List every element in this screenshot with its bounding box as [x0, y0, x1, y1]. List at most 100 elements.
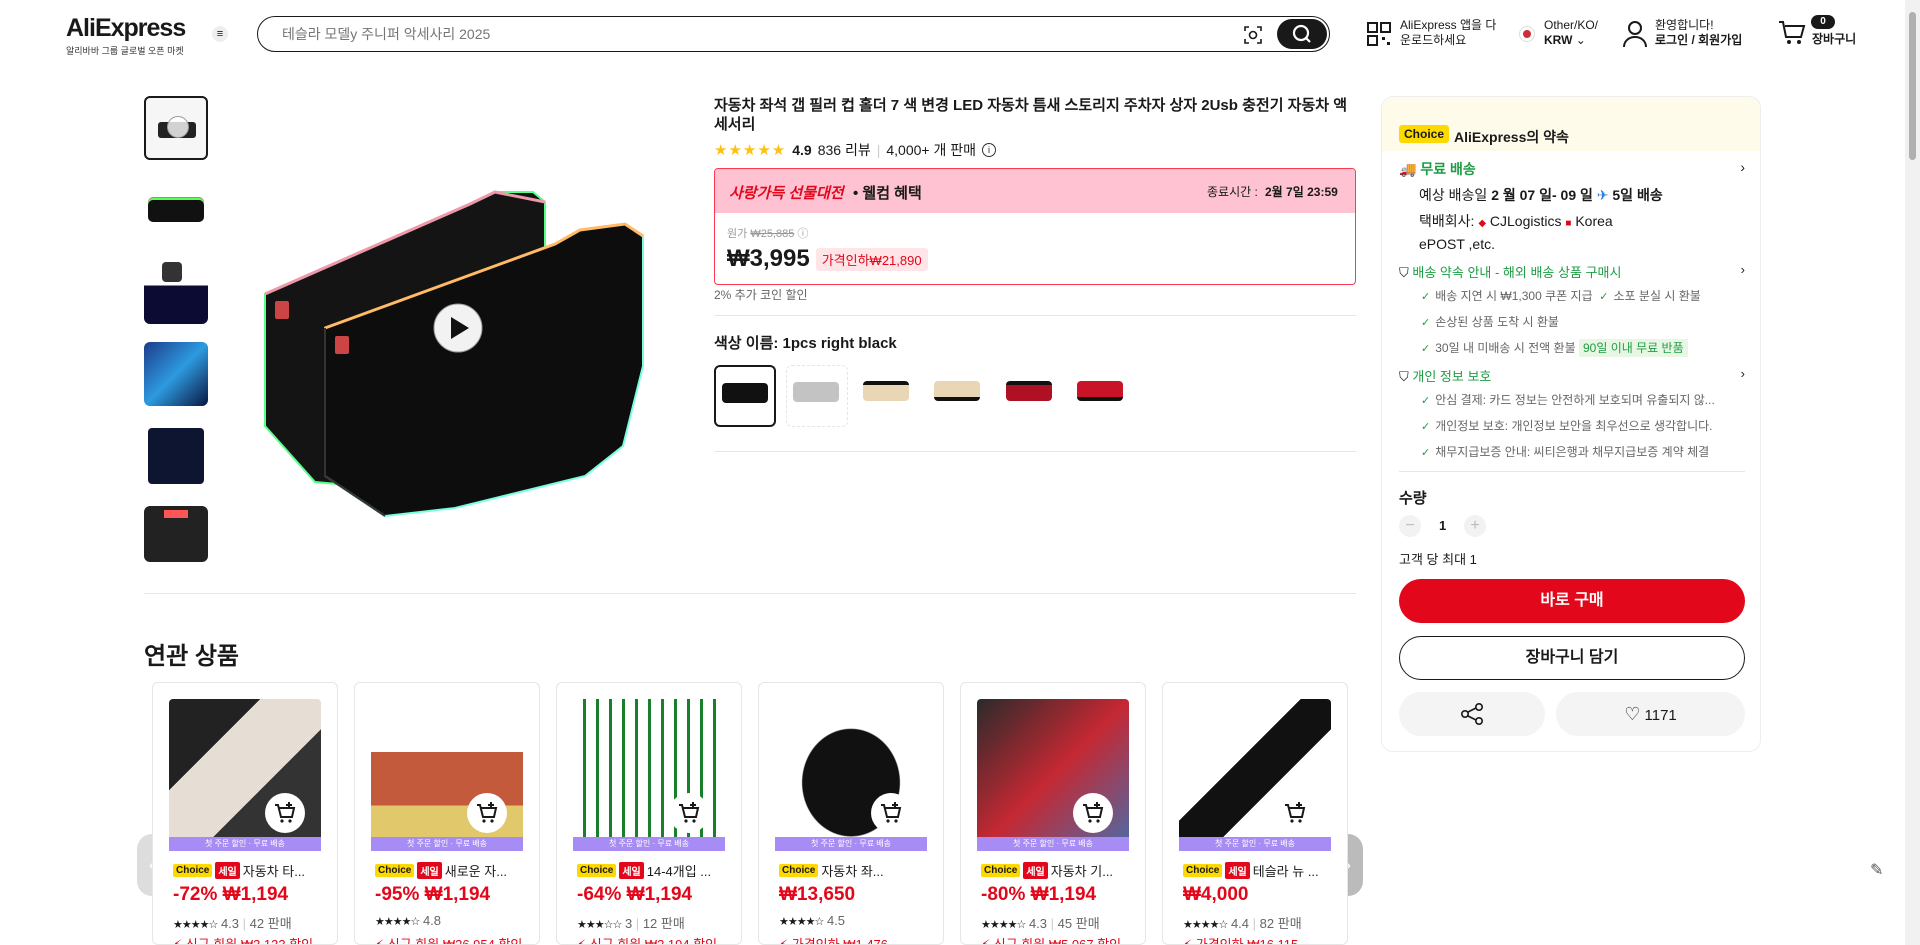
- rating-value: 4.9: [792, 142, 812, 158]
- cart-label[interactable]: 장바구니: [1812, 32, 1856, 47]
- related-product-coupon: ⚡ 신규 회원 ₩26,954 할인: [375, 934, 522, 944]
- locale-currency: KRW: [1544, 33, 1573, 47]
- related-product-name-row[interactable]: Choice 자동차 좌...: [779, 861, 929, 880]
- related-product-name-row[interactable]: Choice 세일 자동차 타...: [173, 861, 323, 880]
- color-swatch-disabled[interactable]: [786, 365, 848, 427]
- logo-text: AliExpress: [66, 14, 186, 42]
- wishlist-button[interactable]: ♡ 1171: [1556, 692, 1745, 736]
- thumbnail-image[interactable]: [144, 260, 208, 324]
- related-product-card[interactable]: 첫 주문 할인 · 무료 배송 Choice 자동차 좌... ₩13,650 ★★★★…: [758, 682, 944, 945]
- first-order-band: 첫 주문 할인 · 무료 배송: [573, 837, 725, 851]
- delivery-promise[interactable]: ⛉ 배송 약속 안내 - 해외 배송 상품 구매시 › ✓ 배송 지연 시 ₩1,3…: [1399, 262, 1745, 357]
- share-button[interactable]: [1399, 692, 1545, 736]
- related-product-card[interactable]: 첫 주문 할인 · 무료 배송 Choice 세일 자동차 기... -80% ₩1,1…: [960, 682, 1146, 945]
- add-to-cart-button[interactable]: 장바구니 담기: [1399, 636, 1745, 680]
- main-product-image[interactable]: [225, 96, 690, 561]
- sale-badge: 세일: [619, 862, 644, 879]
- thumbnail-image[interactable]: [144, 178, 208, 242]
- search-button[interactable]: [1277, 19, 1327, 49]
- feedback-edit-icon[interactable]: ✎: [1870, 860, 1883, 880]
- site-header: AliExpress 알리바바 그룹 글로벌 오픈 마켓 ≡ AliExpres…: [0, 0, 1920, 66]
- add-to-cart-icon[interactable]: [1275, 793, 1315, 833]
- product-title: 자동차 좌석 갭 필러 컵 홀더 7 색 변경 LED 자동차 틈새 스토리지 …: [714, 97, 1348, 133]
- image-search-icon[interactable]: [1243, 25, 1263, 45]
- login-signup-link[interactable]: 로그인 / 회원가입: [1655, 33, 1742, 47]
- image-thumbnail-list: [144, 96, 208, 580]
- carrier-label: 택배회사:: [1419, 213, 1475, 229]
- color-swatch-red-2[interactable]: [1071, 365, 1133, 427]
- check-icon: ✓: [1599, 291, 1609, 303]
- search-input[interactable]: [282, 26, 1182, 42]
- info-icon[interactable]: ⓘ: [797, 228, 808, 240]
- rating-stars: ★★★★☆: [375, 916, 420, 928]
- related-product-card[interactable]: 첫 주문 할인 · 무료 배송 Choice 세일 자동차 타... -72% ₩1,1…: [152, 682, 338, 945]
- related-product-name-row[interactable]: Choice 세일 새로운 자...: [375, 861, 525, 880]
- aliexpress-logo[interactable]: AliExpress 알리바바 그룹 글로벌 오픈 마켓: [66, 14, 186, 57]
- thumbnail-video[interactable]: [144, 96, 208, 160]
- locale-selector[interactable]: Other/KO/KRW ⌄: [1544, 18, 1598, 48]
- related-product-coupon: ⚡ 가격인하 ₩1,476: [779, 934, 889, 945]
- related-product-card[interactable]: 첫 주문 할인 · 무료 배송 Choice 세일 테슬라 뉴 ... ₩4,000 ★★…: [1162, 682, 1348, 945]
- discount-badge: 가격인하₩21,890: [815, 247, 928, 271]
- promotion-box: 사랑가득 선물대전 • 웰컴 혜택 종료시간 : 2월 7일 23:59 원가 …: [714, 168, 1356, 285]
- add-to-cart-icon[interactable]: [1073, 793, 1113, 833]
- add-to-cart-icon[interactable]: [871, 793, 911, 833]
- related-product-card[interactable]: 첫 주문 할인 · 무료 배송 Choice 세일 새로운 자... -95% ₩1,1…: [354, 682, 540, 945]
- choice-badge: Choice: [577, 864, 617, 877]
- coupon-text: 가격인하 ₩1,476: [791, 937, 889, 945]
- heart-icon: ♡: [1624, 704, 1641, 724]
- rating-stars: ★★★☆☆: [577, 919, 622, 931]
- shipping-info[interactable]: 🚚 무료 배송 › 예상 배송일 2 월 07 일- 09 일 ✈ 5일 배송 택…: [1399, 159, 1745, 255]
- thumbnail-image[interactable]: [144, 424, 208, 488]
- promise-damaged-refund: 손상된 상품 도착 시 환불: [1435, 315, 1559, 329]
- thumbnail-image[interactable]: [144, 506, 208, 562]
- cj-logo-icon: ◆: [1478, 218, 1487, 229]
- related-product-name-row[interactable]: Choice 세일 자동차 기...: [981, 861, 1131, 880]
- first-order-band: 첫 주문 할인 · 무료 배송: [775, 837, 927, 851]
- check-icon: ✓: [1421, 317, 1431, 329]
- review-count[interactable]: 836 리뷰: [818, 140, 871, 160]
- free-shipping-label: 무료 배송: [1420, 161, 1476, 177]
- thumbnail-image[interactable]: [144, 342, 208, 406]
- promo-banner: 사랑가득 선물대전 • 웰컴 혜택 종료시간 : 2월 7일 23:59: [715, 169, 1355, 213]
- category-menu-icon[interactable]: ≡: [212, 26, 228, 42]
- privacy-protection[interactable]: ⛉ 개인 정보 보호 › ✓ 안심 결제: 카드 정보는 안전하게 보호되며 유출되…: [1399, 366, 1745, 460]
- add-to-cart-icon[interactable]: [669, 793, 709, 833]
- related-product-rating: ★★★☆☆ 3 | 12 판매: [577, 916, 685, 931]
- quantity-decrease-button[interactable]: −: [1399, 515, 1421, 537]
- related-product-name-row[interactable]: Choice 세일 14-4개입 ...: [577, 861, 727, 880]
- page-scrollbar[interactable]: [1905, 0, 1920, 945]
- eta-fast: 5일 배송: [1612, 187, 1663, 203]
- color-swatch-beige[interactable]: [857, 365, 919, 427]
- coupon-text: 신규 회원 ₩2,194 할인: [589, 937, 718, 945]
- rating-value: 4.8: [422, 913, 442, 928]
- cart-icon[interactable]: [1778, 20, 1806, 46]
- qr-code-icon[interactable]: [1366, 21, 1392, 47]
- privacy-payment: 안심 결제: 카드 정보는 안전하게 보호되며 유출되지 않...: [1435, 393, 1715, 407]
- related-product-rating: ★★★★☆ 4.3 | 45 판매: [981, 916, 1100, 931]
- color-swatch-1pcs-right-black[interactable]: [714, 365, 776, 427]
- choice-badge: Choice: [779, 864, 819, 877]
- quantity-value[interactable]: 1: [1439, 518, 1446, 533]
- scrollbar-thumb[interactable]: [1909, 12, 1916, 160]
- promo-welcome: • 웰컴 혜택: [853, 185, 922, 202]
- logo-subtitle: 알리바바 그룹 글로벌 오픈 마켓: [66, 46, 184, 56]
- related-product-card[interactable]: 첫 주문 할인 · 무료 배송 Choice 세일 14-4개입 ... -64% ₩1…: [556, 682, 742, 945]
- rating-value: 4.3: [220, 916, 240, 931]
- buy-now-button[interactable]: 바로 구매: [1399, 579, 1745, 623]
- add-to-cart-icon[interactable]: [265, 793, 305, 833]
- promise-full-refund: 30일 내 미배송 시 전액 환불: [1435, 341, 1576, 355]
- product-photo: [264, 190, 644, 518]
- rating-stars: ★★★★☆: [173, 919, 218, 931]
- choice-badge: Choice: [981, 864, 1021, 877]
- color-swatch-red[interactable]: [1000, 365, 1062, 427]
- related-product-name-row[interactable]: Choice 세일 테슬라 뉴 ...: [1183, 861, 1333, 880]
- user-icon[interactable]: [1622, 20, 1648, 48]
- app-download-link[interactable]: AliExpress 앱을 다 운로드하세요: [1400, 18, 1496, 48]
- quantity-increase-button[interactable]: +: [1464, 515, 1486, 537]
- add-to-cart-icon[interactable]: [467, 793, 507, 833]
- info-icon[interactable]: i: [982, 143, 997, 157]
- account-menu[interactable]: 환영합니다! 로그인 / 회원가입: [1655, 18, 1742, 48]
- chevron-right-icon: ›: [1740, 262, 1745, 277]
- color-swatch-beige-2[interactable]: [928, 365, 990, 427]
